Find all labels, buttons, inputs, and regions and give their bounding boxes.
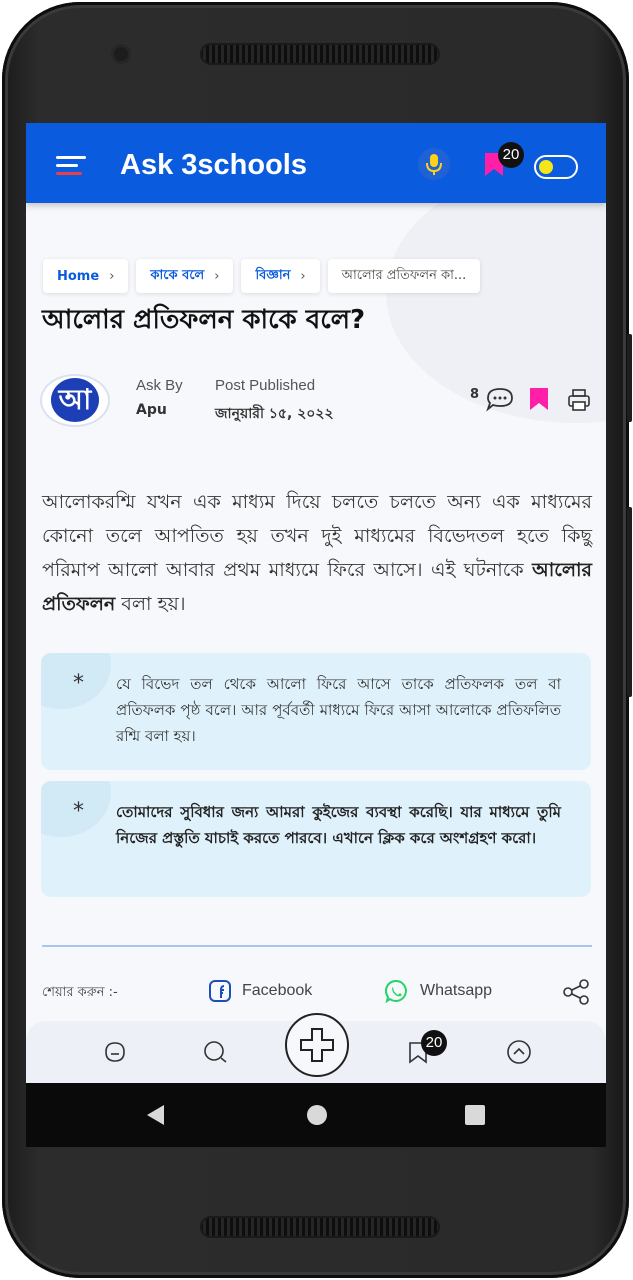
breadcrumb-current: আলোর প্রতিফলন কা... (327, 259, 481, 293)
quiz-note-box[interactable]: * তোমাদের সুবিধার জন্য আমরা কুইজের ব্যবস… (41, 781, 591, 897)
bookmarks-nav-icon[interactable]: 20 (404, 1030, 447, 1070)
bookmark-icon[interactable]: 20 (478, 142, 524, 180)
breadcrumb: Home › কাকে বলে › বিজ্ঞান › আলোর প্রতিফলন ক… (43, 259, 481, 293)
note-marker: * (73, 671, 84, 696)
share-icon[interactable] (562, 979, 590, 1009)
avatar[interactable]: আ (40, 374, 110, 427)
theme-toggle-icon[interactable] (534, 155, 578, 179)
front-camera (114, 47, 128, 61)
search-icon[interactable] (201, 1038, 229, 1070)
bottom-speaker (200, 1216, 440, 1238)
system-navigation-bar (26, 1083, 606, 1147)
home-button-icon[interactable] (305, 1103, 329, 1131)
share-label: শেয়ার করুন :- (42, 985, 118, 1000)
note-text: যে বিভেদ তল থেকে আলো ফিরে আসে তাকে প্রতি… (116, 675, 561, 745)
breadcrumb-science[interactable]: বিজ্ঞান › (241, 259, 320, 293)
author-name[interactable]: Apu (136, 402, 167, 418)
add-icon (300, 1028, 334, 1062)
bookmark-count-badge: 20 (498, 142, 524, 168)
phone-frame: Ask 3schools 20 Home › কাকে বলে › বিজ্ঞান ›… (2, 2, 632, 1278)
add-button[interactable] (285, 1013, 349, 1077)
top-speaker (200, 43, 440, 65)
quiz-note-text[interactable]: তোমাদের সুবিধার জন্য আমরা কুইজের ব্যবস্থ… (116, 799, 561, 851)
published-label: Post Published (215, 377, 316, 394)
chevron-up-icon[interactable] (505, 1038, 533, 1070)
divider (42, 945, 592, 947)
mic-icon[interactable] (418, 148, 450, 180)
published-date: জানুয়ারী ১৫, ২০২২ (215, 406, 334, 422)
bookmark-post-icon[interactable] (526, 386, 552, 416)
note-box: * যে বিভেদ তল থেকে আলো ফিরে আসে তাকে প্র… (41, 653, 591, 770)
print-icon[interactable] (566, 387, 592, 417)
back-icon[interactable] (144, 1103, 168, 1131)
page-title: আলোর প্রতিফলন কাকে বলে? (42, 305, 366, 335)
recents-icon[interactable] (463, 1103, 487, 1131)
post-body: আলোকরশ্মি যখন এক মাধ্যম দিয়ে চলতে চলতে … (42, 491, 592, 615)
ask-by-label: Ask By (136, 377, 183, 394)
breadcrumb-kake-bole[interactable]: কাকে বলে › (136, 259, 234, 293)
app-title[interactable]: Ask 3schools (120, 149, 307, 182)
comment-count: 8 (470, 387, 480, 402)
facebook-icon (209, 980, 231, 1002)
app-bar: Ask 3schools 20 (26, 123, 606, 203)
note-marker: * (73, 799, 84, 824)
bookmarks-nav-badge: 20 (421, 1030, 447, 1056)
facebook-share-button[interactable]: Facebook (208, 978, 312, 1004)
whatsapp-icon (385, 979, 407, 1004)
comment-icon[interactable] (484, 385, 516, 417)
whatsapp-share-button[interactable]: Whatsapp (384, 978, 492, 1004)
breadcrumb-home[interactable]: Home › (43, 259, 129, 293)
home-icon[interactable] (101, 1038, 129, 1070)
app-screen: Ask 3schools 20 Home › কাকে বলে › বিজ্ঞান ›… (26, 123, 606, 1147)
power-button (627, 334, 632, 422)
menu-icon[interactable] (56, 156, 86, 176)
volume-button (627, 507, 632, 697)
bottom-navigation: 20 (26, 1013, 606, 1083)
